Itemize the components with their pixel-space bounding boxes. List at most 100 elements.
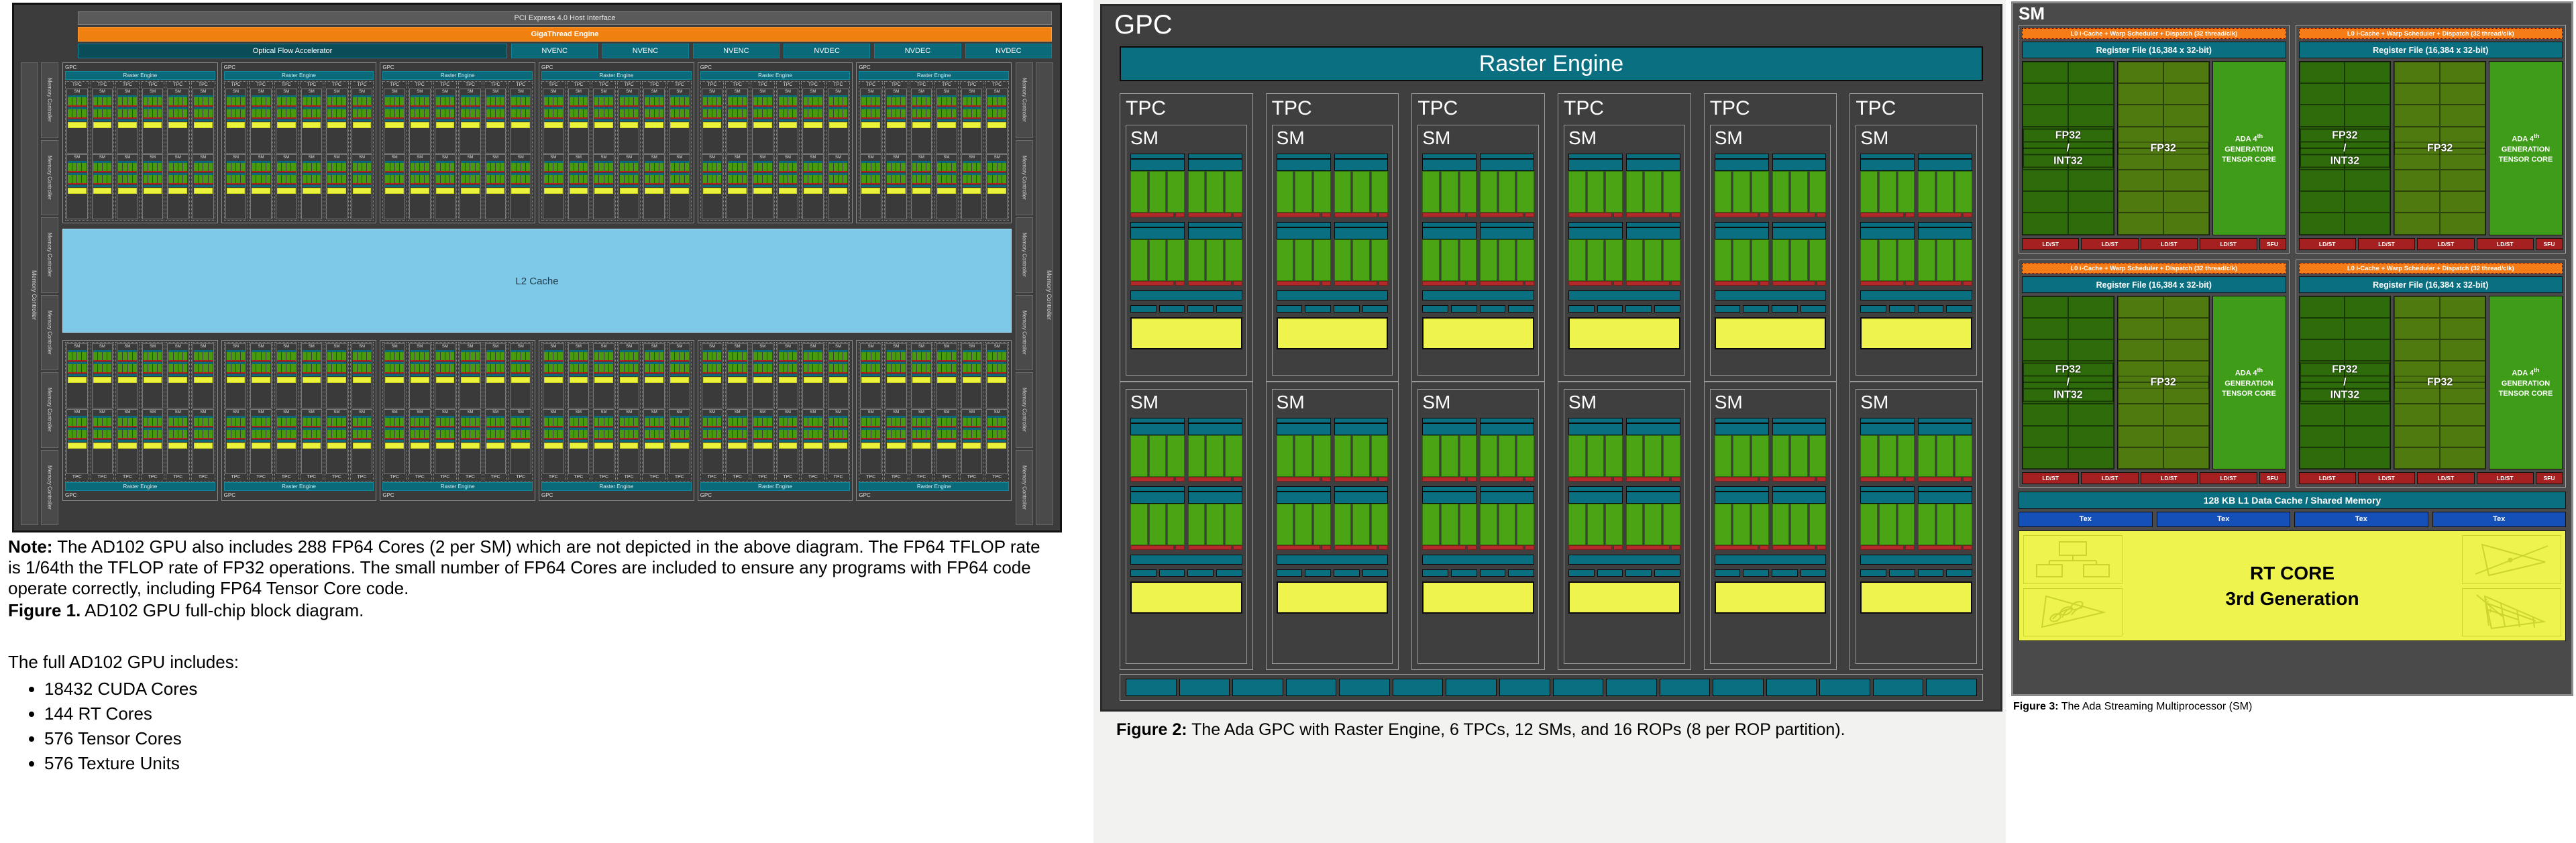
- sm-block: SM: [543, 343, 564, 408]
- sm-core-cell: [896, 430, 901, 438]
- sm-core-cell: [153, 109, 158, 117]
- gpc-label: GPC: [541, 492, 553, 498]
- sm-label: SM: [308, 410, 315, 414]
- sm-texture-bar: [302, 440, 321, 442]
- sm-core-grid: [861, 175, 880, 183]
- sm-core-cell: [394, 364, 399, 372]
- sm-l1-cache-bar: [1130, 290, 1242, 300]
- sm-core-cell: [569, 364, 574, 372]
- sm-label: SM: [333, 156, 340, 160]
- core-cell: [2345, 105, 2391, 127]
- sm-core-cell: [466, 97, 470, 105]
- sm-core-cell: [645, 109, 649, 117]
- sm-body: [1568, 418, 1680, 658]
- sm-core-cell: [951, 97, 956, 105]
- sm-core-grid: [168, 364, 188, 372]
- sm-core-cell: [599, 430, 604, 438]
- sm-core-cell: [875, 175, 880, 183]
- sm-block: SM: [936, 89, 957, 154]
- sm-label: SM: [99, 345, 105, 349]
- sm-partition: [352, 173, 372, 184]
- sm-core-cell: [987, 430, 992, 438]
- core-cell: [2163, 126, 2209, 148]
- sm-core-cell: [634, 352, 639, 360]
- sm-core-cell: [947, 352, 951, 360]
- tpc-label: TPC: [891, 475, 901, 480]
- sm-partition: [670, 107, 689, 119]
- sm-texture-bar: [861, 374, 880, 376]
- sm-core-cell: [123, 430, 127, 438]
- sm-core-cell: [118, 175, 123, 183]
- sm-core-cell: [788, 175, 792, 183]
- sm-partition-halves: [1130, 418, 1242, 482]
- sm-core-cell: [525, 352, 531, 360]
- sm-core-column: [1878, 504, 1896, 545]
- sm-ldst-bar: [702, 171, 722, 172]
- sm-core-cell: [594, 352, 599, 360]
- sm-core-cell: [511, 430, 516, 438]
- sm-rt-core-bar: [226, 122, 246, 128]
- sm-register-file-bar: [1422, 492, 1477, 504]
- sm-core-grid: [569, 430, 588, 438]
- sm-core-cell: [68, 364, 72, 372]
- sm-core-cell: [604, 352, 608, 360]
- sm-core-cell: [486, 352, 490, 360]
- sm-core-cell: [525, 175, 531, 183]
- sm-core-row: [1714, 171, 1769, 213]
- sm-register-file-bar: [1568, 227, 1623, 239]
- sm-core-cell: [818, 418, 822, 426]
- sm-rt-core-bar: [962, 188, 981, 194]
- sm-core-cell: [461, 430, 466, 438]
- sm-ldst-row: [1568, 545, 1623, 550]
- sm-partition-halves: [1276, 486, 1389, 550]
- sm-label: SM: [893, 345, 900, 349]
- sm-core-cell: [977, 175, 981, 183]
- sm-core-cell: [808, 418, 813, 426]
- sm-texture-bar: [753, 374, 772, 376]
- sm-block: SM: [117, 409, 138, 474]
- sm-core-cell: [896, 364, 901, 372]
- sm-core-cell: [82, 430, 87, 438]
- sm-label: SM: [651, 410, 657, 414]
- sm-ldst-bar: [68, 117, 87, 119]
- sm-rt-core-bar: [645, 377, 664, 383]
- sm-core-cell: [942, 175, 947, 183]
- sm-block: SM: [434, 409, 456, 474]
- sm-core-cell: [992, 163, 997, 171]
- sm-core-cell: [337, 163, 341, 171]
- sm-label: SM: [467, 156, 474, 160]
- sm-core-cell: [962, 175, 967, 183]
- sm-core-grid: [168, 109, 188, 117]
- sm-core-column: [1480, 504, 1497, 545]
- sm-ldst-row: [1276, 281, 1331, 286]
- sm-core-cell: [866, 109, 871, 117]
- sm-core-cell: [521, 175, 525, 183]
- sm-texture-bar: [410, 185, 429, 187]
- sm-core-cell: [712, 364, 717, 372]
- sm-core-cell: [619, 430, 624, 438]
- sm-ldst-row: [1860, 545, 1915, 550]
- sm-ldst-bar: [226, 105, 246, 107]
- sm-scheduler-bar: [1860, 418, 1915, 423]
- sm-core-cell: [649, 418, 654, 426]
- sm-core-cell: [256, 430, 261, 438]
- sm-ldst-bar: [68, 438, 87, 439]
- sm-core-grid: [912, 430, 931, 438]
- sm-core-cell: [670, 418, 675, 426]
- sm-core-cell: [415, 418, 420, 426]
- sm-core-cell: [763, 163, 767, 171]
- sm-core-cell: [208, 352, 213, 360]
- sm-ldst-bar: [702, 105, 722, 107]
- sm-core-cell: [549, 163, 553, 171]
- sm-core-cell: [828, 175, 833, 183]
- sm-partition: [594, 95, 613, 107]
- sm-register-file-bar: [1714, 423, 1769, 435]
- tpc-label: TPC: [808, 82, 818, 87]
- sm-core-row: [1625, 239, 1680, 281]
- sm-core-cell: [684, 352, 689, 360]
- sm-sfu-bar: [1175, 477, 1185, 482]
- sm-core-cell: [291, 418, 296, 426]
- sm-core-row: [1625, 171, 1680, 213]
- tpc-label: TPC: [733, 82, 743, 87]
- sm-core-cell: [707, 97, 712, 105]
